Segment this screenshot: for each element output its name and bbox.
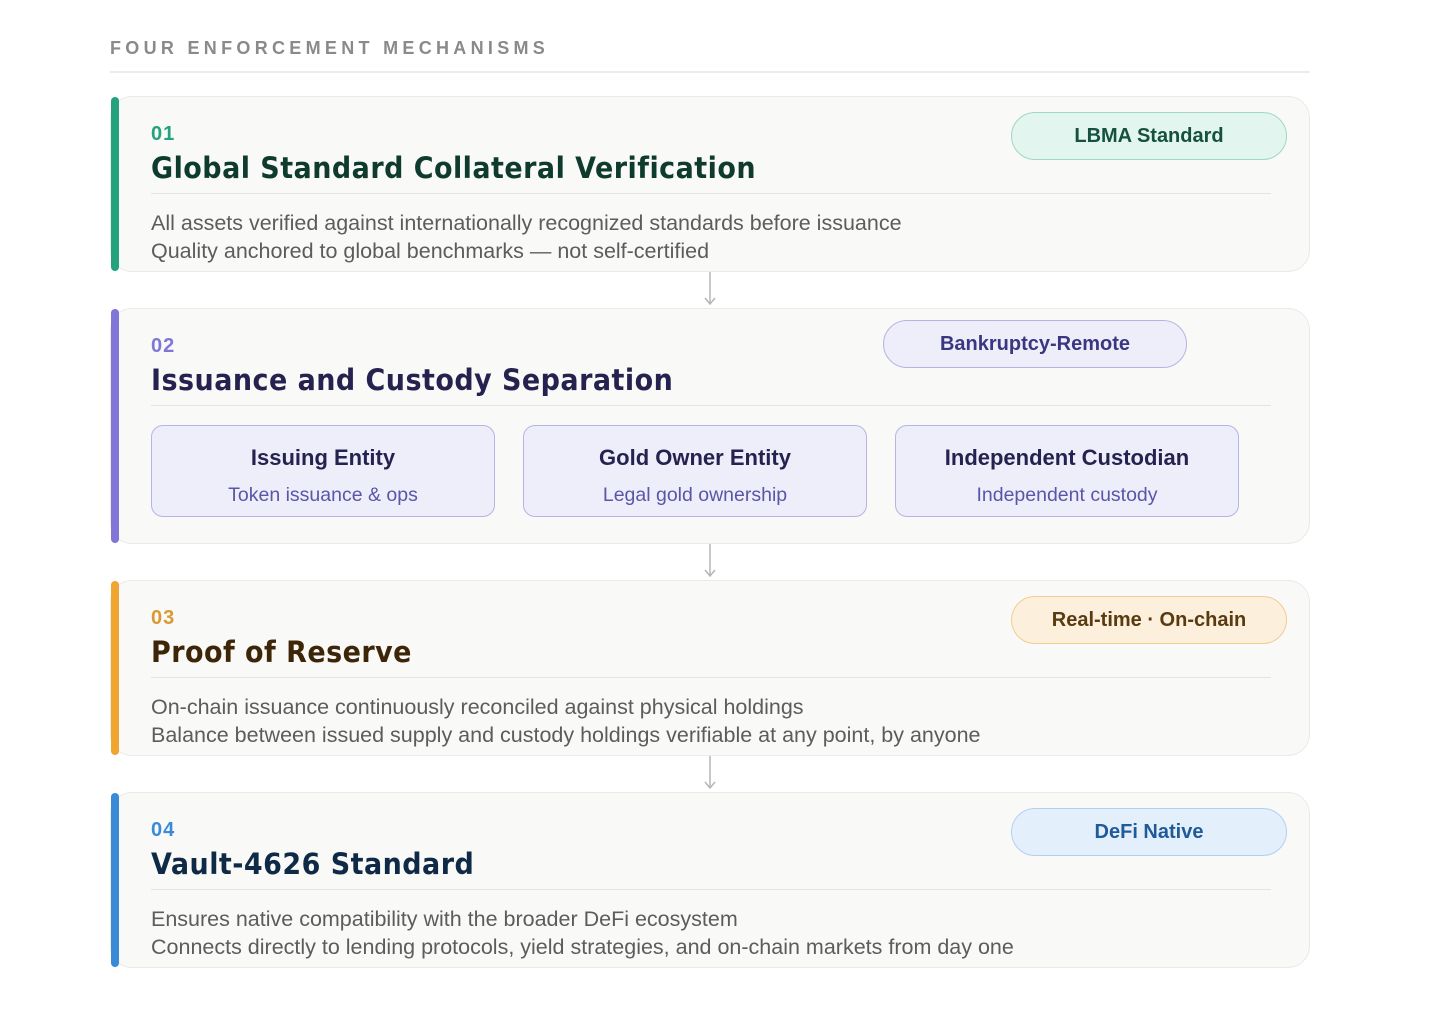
mechanism-title: Global Standard Collateral Verification bbox=[151, 151, 757, 185]
entity-name: Gold Owner Entity bbox=[599, 445, 791, 470]
card-divider bbox=[151, 193, 1271, 194]
entity-description: Independent custody bbox=[976, 484, 1158, 506]
card-accent-bar bbox=[111, 309, 119, 543]
description-line: On-chain issuance continuously reconcile… bbox=[151, 695, 804, 719]
mechanism-card-03: 03 Proof of Reserve Real-time · On-chain… bbox=[110, 580, 1310, 756]
mechanism-number: 02 bbox=[151, 335, 176, 357]
mechanism-badge: Bankruptcy-Remote bbox=[883, 320, 1187, 368]
entity-box-issuing: Issuing Entity Token issuance & ops bbox=[151, 425, 495, 517]
mechanism-description: On-chain issuance continuously reconcile… bbox=[151, 693, 981, 749]
mechanism-card-01: 01 Global Standard Collateral Verificati… bbox=[110, 96, 1310, 272]
mechanism-number: 04 bbox=[151, 819, 176, 841]
card-accent-bar bbox=[111, 793, 119, 967]
entity-name: Independent Custodian bbox=[944, 445, 1190, 470]
mechanism-badge: LBMA Standard bbox=[1011, 112, 1287, 160]
mechanism-title: Vault-4626 Standard bbox=[151, 847, 475, 881]
arrow-down-icon bbox=[704, 756, 716, 790]
mechanism-card-02: 02 Issuance and Custody Separation Bankr… bbox=[110, 308, 1310, 544]
mechanism-title: Proof of Reserve bbox=[151, 635, 412, 669]
card-divider bbox=[151, 889, 1271, 890]
description-line: Connects directly to lending protocols, … bbox=[151, 935, 1014, 959]
card-accent-bar bbox=[111, 97, 119, 271]
card-divider bbox=[151, 405, 1271, 406]
description-line: Balance between issued supply and custod… bbox=[151, 723, 981, 747]
card-accent-bar bbox=[111, 581, 119, 755]
mechanism-description: All assets verified against internationa… bbox=[151, 209, 902, 265]
section-title: FOUR ENFORCEMENT MECHANISMS bbox=[110, 38, 550, 58]
arrow-down-icon bbox=[704, 544, 716, 578]
arrow-down-icon bbox=[704, 272, 716, 306]
entity-name: Issuing Entity bbox=[250, 445, 396, 470]
mechanism-number: 01 bbox=[151, 123, 176, 145]
mechanism-card-04: 04 Vault-4626 Standard DeFi Native Ensur… bbox=[110, 792, 1310, 968]
mechanism-badge: Real-time · On-chain bbox=[1011, 596, 1287, 644]
description-line: All assets verified against internationa… bbox=[151, 211, 902, 235]
mechanism-title: Issuance and Custody Separation bbox=[151, 363, 674, 397]
section-divider bbox=[110, 71, 1310, 73]
mechanism-badge: DeFi Native bbox=[1011, 808, 1287, 856]
description-line: Ensures native compatibility with the br… bbox=[151, 907, 738, 931]
mechanism-description: Ensures native compatibility with the br… bbox=[151, 905, 1014, 961]
card-divider bbox=[151, 677, 1271, 678]
entity-box-custodian: Independent Custodian Independent custod… bbox=[895, 425, 1239, 517]
entity-box-gold-owner: Gold Owner Entity Legal gold ownership bbox=[523, 425, 867, 517]
entity-description: Legal gold ownership bbox=[602, 484, 788, 506]
description-line: Quality anchored to global benchmarks — … bbox=[151, 239, 710, 263]
mechanism-number: 03 bbox=[151, 607, 176, 629]
entity-description: Token issuance & ops bbox=[228, 484, 418, 506]
